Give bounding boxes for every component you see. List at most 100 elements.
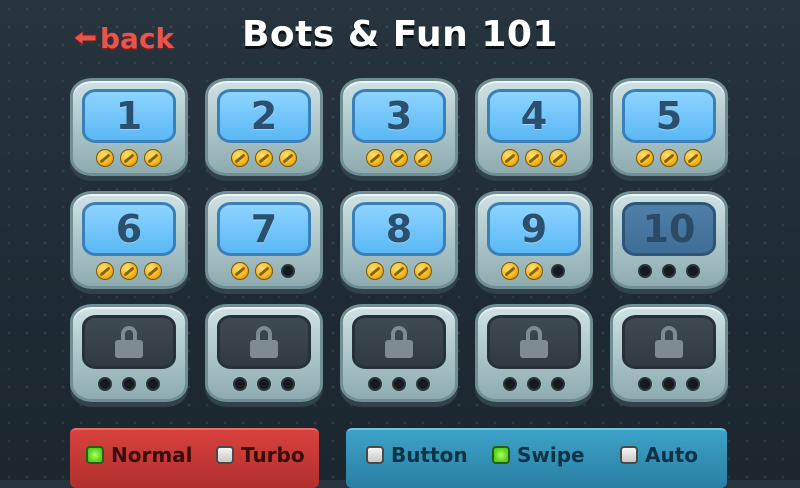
level-screen [622,315,716,369]
level-locked-tile[interactable] [205,304,323,402]
level-tile-1[interactable]: 1 [70,78,188,176]
star-earned-icon [366,262,384,280]
star-earned-icon [144,149,162,167]
level-tile-4[interactable]: 4 [475,78,593,176]
star-empty-icon [551,264,565,278]
level-tile-5[interactable]: 5 [610,78,728,176]
star-earned-icon [96,149,114,167]
star-empty-icon [122,377,136,391]
button-checkbox[interactable] [366,446,384,464]
level-stars [613,262,725,280]
level-screen: 5 [622,89,716,143]
level-locked-tile[interactable] [475,304,593,402]
level-screen: 10 [622,202,716,256]
star-empty-icon [638,264,652,278]
level-number: 5 [655,94,683,138]
star-earned-icon [414,262,432,280]
level-tile-8[interactable]: 8 [340,191,458,289]
level-tile-2[interactable]: 2 [205,78,323,176]
auto-option[interactable]: Auto [620,443,698,467]
level-screen [82,315,176,369]
level-stars [208,262,320,280]
level-tile-3[interactable]: 3 [340,78,458,176]
page-title: Bots & Fun 101 [241,14,558,55]
star-empty-icon [368,377,382,391]
level-locked-tile[interactable] [70,304,188,402]
star-earned-icon [684,149,702,167]
star-earned-icon [231,262,249,280]
star-earned-icon [525,149,543,167]
normal-option[interactable]: Normal [86,443,193,467]
star-empty-icon [527,377,541,391]
button-option[interactable]: Button [366,443,468,467]
level-screen: 8 [352,202,446,256]
control-panel: Button Swipe Auto [346,428,727,488]
level-locked-tile[interactable] [340,304,458,402]
lock-icon [250,326,278,358]
level-stars [478,149,590,167]
auto-checkbox[interactable] [620,446,638,464]
star-empty-icon [662,264,676,278]
level-screen: 7 [217,202,311,256]
level-tile-10[interactable]: 10 [610,191,728,289]
star-earned-icon [255,149,273,167]
star-empty-icon [416,377,430,391]
level-tile-9[interactable]: 9 [475,191,593,289]
star-empty-icon [686,377,700,391]
star-empty-icon [503,377,517,391]
speed-panel: Normal Turbo [70,428,319,488]
swipe-label: Swipe [517,443,585,467]
star-earned-icon [120,262,138,280]
normal-checkbox[interactable] [86,446,104,464]
level-number: 8 [385,207,413,251]
star-empty-icon [551,377,565,391]
level-stars [613,149,725,167]
star-earned-icon [120,149,138,167]
star-empty-icon [281,377,295,391]
star-empty-icon [638,377,652,391]
level-number: 9 [520,207,548,251]
star-earned-icon [660,149,678,167]
star-empty-icon [392,377,406,391]
level-screen [217,315,311,369]
level-screen: 6 [82,202,176,256]
level-stars [73,149,185,167]
level-screen [487,315,581,369]
star-empty-icon [257,377,271,391]
auto-label: Auto [645,443,699,467]
turbo-label: Turbo [241,443,305,467]
swipe-option[interactable]: Swipe [492,443,585,467]
level-screen: 3 [352,89,446,143]
swipe-checkbox[interactable] [492,446,510,464]
star-earned-icon [501,262,519,280]
star-empty-icon [662,377,676,391]
turbo-option[interactable]: Turbo [216,443,305,467]
level-stars [343,375,455,393]
lock-icon [115,326,143,358]
level-screen [352,315,446,369]
level-tile-7[interactable]: 7 [205,191,323,289]
star-empty-icon [233,377,247,391]
turbo-checkbox[interactable] [216,446,234,464]
star-earned-icon [501,149,519,167]
star-earned-icon [255,262,273,280]
lock-icon [520,326,548,358]
star-earned-icon [144,262,162,280]
star-earned-icon [279,149,297,167]
level-number: 4 [520,94,548,138]
level-number: 3 [385,94,413,138]
level-stars [73,262,185,280]
level-locked-tile[interactable] [610,304,728,402]
level-tile-6[interactable]: 6 [70,191,188,289]
level-number: 1 [115,94,143,138]
star-earned-icon [414,149,432,167]
level-stars [208,149,320,167]
star-earned-icon [549,149,567,167]
level-screen: 4 [487,89,581,143]
star-earned-icon [525,262,543,280]
level-screen: 2 [217,89,311,143]
star-earned-icon [390,262,408,280]
star-earned-icon [231,149,249,167]
level-stars [73,375,185,393]
level-stars [343,262,455,280]
